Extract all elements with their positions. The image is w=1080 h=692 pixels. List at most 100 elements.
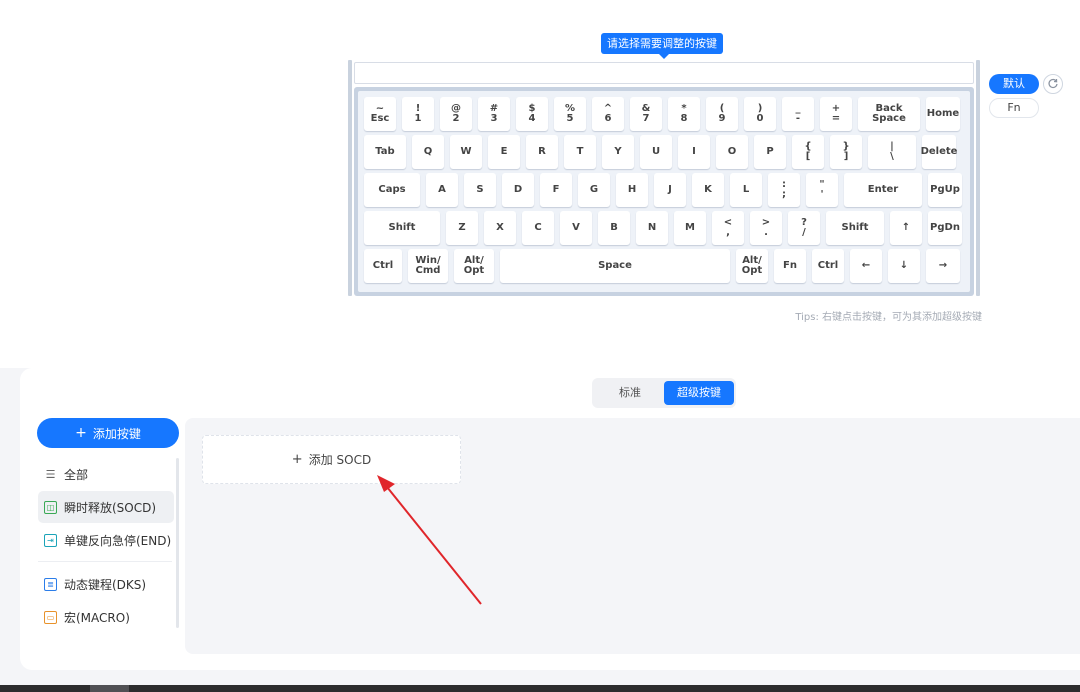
key-3-8[interactable]: <, [712, 211, 744, 245]
key-0-14[interactable]: Home [926, 97, 960, 131]
key-1-9[interactable]: O [716, 135, 748, 169]
key-3-5[interactable]: B [598, 211, 630, 245]
key-0-7[interactable]: & 7 [630, 97, 662, 131]
key-1-12[interactable]: }] [830, 135, 862, 169]
key-2-10[interactable]: :; [768, 173, 800, 207]
key-2-4[interactable]: F [540, 173, 572, 207]
key-label: 5 [566, 113, 574, 124]
taskbar-strip [0, 685, 1080, 692]
key-label: Fn [783, 260, 797, 271]
key-2-13[interactable]: PgUp [928, 173, 962, 207]
sidebar-item-socd[interactable]: ◫ 瞬时释放(SOCD) [38, 491, 174, 523]
key-0-13[interactable]: Back Space [858, 97, 920, 131]
add-key-button[interactable]: + 添加按键 [37, 418, 179, 448]
key-2-6[interactable]: H [616, 173, 648, 207]
key-2-8[interactable]: K [692, 173, 724, 207]
key-3-9[interactable]: >. [750, 211, 782, 245]
key-label: 6 [604, 113, 612, 124]
key-4-7[interactable]: ← [850, 249, 882, 283]
key-1-10[interactable]: P [754, 135, 786, 169]
key-1-8[interactable]: I [678, 135, 710, 169]
sidebar-item-macro[interactable]: ▭ 宏(MACRO) [38, 601, 174, 633]
key-2-2[interactable]: S [464, 173, 496, 207]
key-3-13[interactable]: PgDn [928, 211, 962, 245]
reset-icon[interactable] [1043, 74, 1063, 94]
sidebar-item-label: 单键反向急停(END) [64, 533, 172, 548]
tab-standard[interactable]: 标准 [596, 381, 664, 405]
key-0-8[interactable]: * 8 [668, 97, 700, 131]
add-socd-button[interactable]: + 添加 SOCD [202, 435, 461, 484]
key-0-12[interactable]: + = [820, 97, 852, 131]
key-2-11[interactable]: " ' [806, 173, 838, 207]
sidebar-item-all[interactable]: ☰ 全部 [38, 458, 174, 490]
key-3-12[interactable]: ↑ [890, 211, 922, 245]
key-0-11[interactable]: _ - [782, 97, 814, 131]
key-1-14[interactable]: Delete [921, 135, 957, 169]
key-2-3[interactable]: D [502, 173, 534, 207]
key-2-12[interactable]: Enter [844, 173, 922, 207]
key-2-9[interactable]: L [730, 173, 762, 207]
key-0-2[interactable]: @2 [440, 97, 472, 131]
key-4-1[interactable]: Win/Cmd [408, 249, 448, 283]
key-0-0[interactable]: ~ Esc [364, 97, 396, 131]
tab-super-key[interactable]: 超级按键 [664, 381, 734, 405]
key-4-5[interactable]: Fn [774, 249, 806, 283]
key-label: S [476, 184, 484, 195]
key-3-1[interactable]: Z [446, 211, 478, 245]
key-2-1[interactable]: A [426, 173, 458, 207]
key-3-6[interactable]: N [636, 211, 668, 245]
key-0-10[interactable]: ) 0 [744, 97, 776, 131]
key-3-11[interactable]: Shift [826, 211, 884, 245]
key-1-3[interactable]: E [488, 135, 520, 169]
key-4-4[interactable]: Alt/Opt [736, 249, 768, 283]
key-1-11[interactable]: {[ [792, 135, 824, 169]
keyboard-frame: ~ Esc! 1 @2 #3 $4% 5 ^ 6 & 7 * 8(9) 0 _ - + = Back Space Ho… [348, 60, 980, 296]
key-0-9[interactable]: (9 [706, 97, 738, 131]
sidebar-scrollbar[interactable] [176, 458, 179, 628]
key-1-5[interactable]: T [564, 135, 596, 169]
sidebar-item-end[interactable]: ⇥ 单键反向急停(END) [38, 524, 174, 556]
key-0-4[interactable]: $4 [516, 97, 548, 131]
key-1-4[interactable]: R [526, 135, 558, 169]
key-1-2[interactable]: W [450, 135, 482, 169]
key-1-6[interactable]: Y [602, 135, 634, 169]
key-2-0[interactable]: Caps [364, 173, 420, 207]
key-0-5[interactable]: % 5 [554, 97, 586, 131]
key-label: Shift [841, 222, 869, 233]
key-0-3[interactable]: #3 [478, 97, 510, 131]
key-4-0[interactable]: Ctrl [364, 249, 402, 283]
key-label: 7 [642, 113, 650, 124]
key-0-1[interactable]: ! 1 [402, 97, 434, 131]
key-4-6[interactable]: Ctrl [812, 249, 844, 283]
key-2-5[interactable]: G [578, 173, 610, 207]
key-label: 8 [680, 113, 688, 124]
key-4-8[interactable]: ↓ [888, 249, 920, 283]
sidebar-item-dks[interactable]: ≣ 动态键程(DKS) [38, 568, 174, 600]
key-4-2[interactable]: Alt/Opt [454, 249, 494, 283]
key-4-3[interactable]: Space [500, 249, 730, 283]
key-2-7[interactable]: J [654, 173, 686, 207]
key-3-10[interactable]: ? / [788, 211, 820, 245]
key-1-0[interactable]: Tab [364, 135, 406, 169]
key-label: R [538, 146, 546, 157]
refresh-icon [1048, 78, 1058, 89]
socd-icon: ◫ [44, 500, 57, 514]
key-3-0[interactable]: Shift [364, 211, 440, 245]
key-3-3[interactable]: C [522, 211, 554, 245]
key-1-13[interactable]: | \ [868, 135, 916, 169]
key-label: Tab [375, 146, 395, 157]
key-label: Enter [867, 184, 899, 195]
key-4-9[interactable]: → [926, 249, 960, 283]
key-3-2[interactable]: X [484, 211, 516, 245]
key-1-1[interactable]: Q [412, 135, 444, 169]
key-label: ; [782, 189, 786, 200]
key-3-4[interactable]: V [560, 211, 592, 245]
key-0-6[interactable]: ^ 6 [592, 97, 624, 131]
key-label: I [692, 146, 696, 157]
key-1-7[interactable]: U [640, 135, 672, 169]
key-label: V [572, 222, 580, 233]
fn-layer-button[interactable]: Fn [989, 98, 1039, 118]
key-3-7[interactable]: M [674, 211, 706, 245]
key-label: Opt [463, 265, 485, 276]
default-button[interactable]: 默认 [989, 74, 1039, 94]
